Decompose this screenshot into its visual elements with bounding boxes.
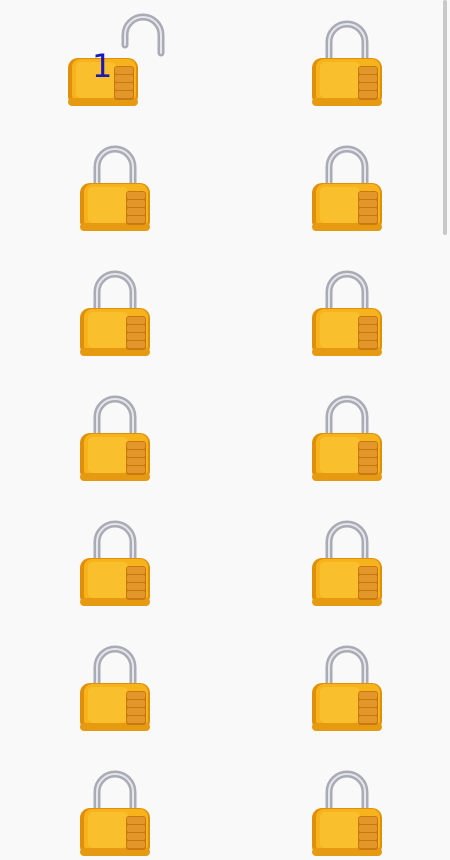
combination-dial bbox=[358, 316, 378, 350]
lock-locked-level-9[interactable] bbox=[70, 510, 160, 610]
combination-dial bbox=[358, 691, 378, 725]
level-grid: 1 bbox=[0, 0, 450, 856]
combination-dial bbox=[358, 566, 378, 600]
combination-dial bbox=[358, 441, 378, 475]
padlock-icon bbox=[80, 145, 150, 231]
combination-dial bbox=[126, 316, 146, 350]
padlock-icon bbox=[312, 520, 382, 606]
padlock-icon bbox=[312, 770, 382, 856]
combination-dial bbox=[358, 191, 378, 225]
padlock-icon bbox=[312, 145, 382, 231]
level-number: 1 bbox=[92, 47, 113, 85]
padlock-icon bbox=[312, 270, 382, 356]
lock-locked-level-2[interactable] bbox=[302, 10, 392, 110]
lock-locked-level-3[interactable] bbox=[70, 135, 160, 235]
scrollbar[interactable] bbox=[443, 0, 447, 235]
lock-locked-level-13[interactable] bbox=[70, 760, 160, 860]
padlock-icon bbox=[80, 395, 150, 481]
combination-dial bbox=[126, 441, 146, 475]
padlock-icon bbox=[312, 20, 382, 106]
padlock-icon bbox=[312, 395, 382, 481]
lock-locked-level-12[interactable] bbox=[302, 635, 392, 735]
lock-locked-level-5[interactable] bbox=[70, 260, 160, 360]
padlock-icon bbox=[312, 645, 382, 731]
lock-unlocked-level-1[interactable]: 1 bbox=[68, 10, 165, 110]
lock-locked-level-6[interactable] bbox=[302, 260, 392, 360]
lock-locked-level-7[interactable] bbox=[70, 385, 160, 485]
lock-locked-level-14[interactable] bbox=[302, 760, 392, 860]
combination-dial bbox=[126, 191, 146, 225]
combination-dial bbox=[114, 66, 134, 100]
lock-locked-level-11[interactable] bbox=[70, 635, 160, 735]
lock-locked-level-10[interactable] bbox=[302, 510, 392, 610]
combination-dial bbox=[126, 566, 146, 600]
padlock-icon bbox=[80, 270, 150, 356]
padlock-icon bbox=[80, 645, 150, 731]
lock-locked-level-8[interactable] bbox=[302, 385, 392, 485]
unlocked-padlock-icon bbox=[68, 13, 165, 106]
padlock-icon bbox=[80, 770, 150, 856]
padlock-icon bbox=[80, 520, 150, 606]
lock-locked-level-4[interactable] bbox=[302, 135, 392, 235]
combination-dial bbox=[126, 691, 146, 725]
combination-dial bbox=[358, 816, 378, 850]
combination-dial bbox=[358, 66, 378, 100]
combination-dial bbox=[126, 816, 146, 850]
